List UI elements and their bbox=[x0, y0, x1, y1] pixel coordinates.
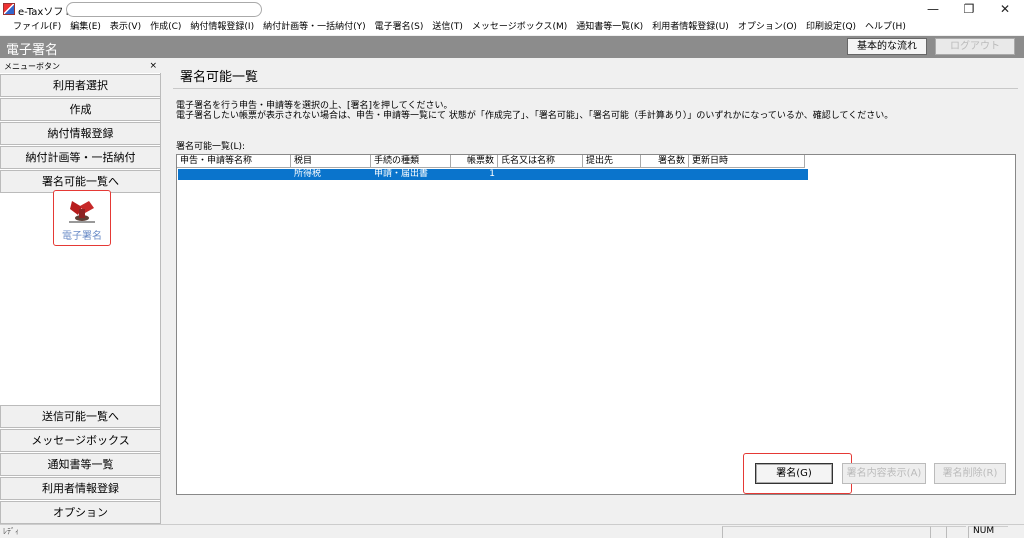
sidebar-header: メニューボタン × bbox=[0, 60, 161, 73]
sidebar-header-label: メニューボタン bbox=[4, 62, 60, 71]
menu-create[interactable]: 作成(C) bbox=[150, 19, 181, 35]
cell-procedure: 申請・届出書 bbox=[374, 169, 429, 179]
sidebar-item-create[interactable]: 作成 bbox=[0, 98, 161, 121]
sidebar-item-sendable-list[interactable]: 送信可能一覧へ bbox=[0, 405, 161, 428]
column-header-forms[interactable]: 帳票数 bbox=[451, 155, 498, 168]
menu-print-settings[interactable]: 印刷設定(Q) bbox=[806, 19, 856, 35]
menu-messagebox[interactable]: メッセージボックス(M) bbox=[472, 19, 567, 35]
signable-list[interactable]: 申告・申請等名称 税目 手続の種類 帳票数 氏名又は名称 提出先 署名数 更新日… bbox=[176, 154, 1016, 495]
sidebar-item-messagebox[interactable]: メッセージボックス bbox=[0, 429, 161, 452]
logout-button[interactable]: ログアウト bbox=[935, 38, 1015, 55]
menu-bar: ファイル(F) 編集(E) 表示(V) 作成(C) 納付情報登録(I) 納付計画… bbox=[0, 19, 1024, 35]
instructions: 電子署名を行う申告・申請等を選択の上、[署名]を押してください。 電子署名したい… bbox=[176, 101, 893, 121]
cell-tax: 所得税 bbox=[294, 169, 322, 179]
menu-signature[interactable]: 電子署名(S) bbox=[375, 19, 424, 35]
digital-signature-shortcut[interactable]: 電子署名 bbox=[53, 190, 111, 246]
menu-user-info[interactable]: 利用者情報登録(U) bbox=[652, 19, 729, 35]
menu-payment-plan[interactable]: 納付計画等・一括納付(Y) bbox=[263, 19, 366, 35]
menu-edit[interactable]: 編集(E) bbox=[70, 19, 101, 35]
menu-send[interactable]: 送信(T) bbox=[432, 19, 463, 35]
basic-flow-button[interactable]: 基本的な流れ bbox=[847, 38, 927, 55]
signable-list-label: 署名可能一覧(L): bbox=[176, 142, 246, 152]
cell-destination bbox=[583, 169, 641, 180]
app-title: e-Taxソフト bbox=[18, 7, 74, 18]
sidebar-item-payment-plan[interactable]: 納付計画等・一括納付 bbox=[0, 146, 161, 169]
view-signature-button[interactable]: 署名内容表示(A) bbox=[842, 463, 926, 484]
cell-person bbox=[498, 169, 583, 180]
status-text: ﾚﾃﾞｨ bbox=[3, 527, 19, 536]
cell-signatures bbox=[641, 169, 689, 180]
main-panel: 署名可能一覧 電子署名を行う申告・申請等を選択の上、[署名]を押してください。 … bbox=[163, 60, 1024, 524]
close-window-button[interactable]: ✕ bbox=[987, 0, 1023, 19]
sidebar-item-notices[interactable]: 通知書等一覧 bbox=[0, 453, 161, 476]
menu-help[interactable]: ヘルプ(H) bbox=[865, 19, 906, 35]
sidebar-item-user-info[interactable]: 利用者情報登録 bbox=[0, 477, 161, 500]
cell-name bbox=[178, 169, 291, 180]
column-header-tax[interactable]: 税目 bbox=[291, 155, 371, 168]
sidebar-item-options[interactable]: オプション bbox=[0, 501, 161, 524]
cell-updated bbox=[689, 169, 805, 180]
column-header-updated[interactable]: 更新日時 bbox=[689, 155, 805, 168]
status-bar: ﾚﾃﾞｨ NUM bbox=[0, 524, 1024, 538]
app-icon bbox=[3, 3, 15, 15]
menu-file[interactable]: ファイル(F) bbox=[13, 19, 61, 35]
sidebar-close-icon[interactable]: × bbox=[149, 60, 157, 73]
sidebar: メニューボタン × 利用者選択 作成 納付情報登録 納付計画等・一括納付 署名可… bbox=[0, 60, 161, 524]
status-pane bbox=[946, 526, 966, 538]
menu-notices[interactable]: 通知書等一覧(K) bbox=[576, 19, 643, 35]
title-bar: e-Taxソフト — ❐ ✕ bbox=[0, 0, 1024, 19]
table-row[interactable]: 所得税 申請・届出書 1 bbox=[178, 169, 808, 180]
function-bar: 電子署名 基本的な流れ ログアウト bbox=[0, 36, 1024, 58]
menu-options[interactable]: オプション(O) bbox=[738, 19, 797, 35]
list-header: 申告・申請等名称 税目 手続の種類 帳票数 氏名又は名称 提出先 署名数 更新日… bbox=[177, 155, 805, 168]
digital-signature-label: 電子署名 bbox=[62, 231, 102, 242]
restore-button[interactable]: ❐ bbox=[951, 0, 987, 19]
menu-payment-info[interactable]: 納付情報登録(I) bbox=[190, 19, 254, 35]
title-search-input[interactable] bbox=[66, 2, 262, 17]
sidebar-item-user-select[interactable]: 利用者選択 bbox=[0, 74, 161, 97]
column-header-destination[interactable]: 提出先 bbox=[583, 155, 641, 168]
menu-view[interactable]: 表示(V) bbox=[110, 19, 141, 35]
status-pane bbox=[930, 526, 946, 538]
title-divider bbox=[173, 88, 1018, 89]
minimize-button[interactable]: — bbox=[915, 0, 951, 19]
page-title: 署名可能一覧 bbox=[180, 70, 259, 85]
column-header-person[interactable]: 氏名又は名称 bbox=[498, 155, 583, 168]
instruction-line-2: 電子署名したい帳票が表示されない場合は、申告・申請等一覧にて 状態が「作成完了」… bbox=[176, 111, 894, 121]
instruction-line-1: 電子署名を行う申告・申請等を選択の上、[署名]を押してください。 bbox=[176, 101, 453, 111]
sidebar-item-payment-info[interactable]: 納付情報登録 bbox=[0, 122, 161, 145]
status-pane bbox=[722, 526, 930, 538]
sign-button[interactable]: 署名(G) bbox=[755, 463, 833, 484]
column-header-signatures[interactable]: 署名数 bbox=[641, 155, 689, 168]
column-header-name[interactable]: 申告・申請等名称 bbox=[177, 155, 291, 168]
cell-forms: 1 bbox=[489, 169, 495, 179]
function-title: 電子署名 bbox=[6, 43, 59, 58]
stamp-icon bbox=[69, 201, 95, 223]
num-lock-indicator: NUM bbox=[973, 526, 995, 536]
column-header-procedure[interactable]: 手続の種類 bbox=[371, 155, 451, 168]
remove-signature-button[interactable]: 署名削除(R) bbox=[934, 463, 1006, 484]
